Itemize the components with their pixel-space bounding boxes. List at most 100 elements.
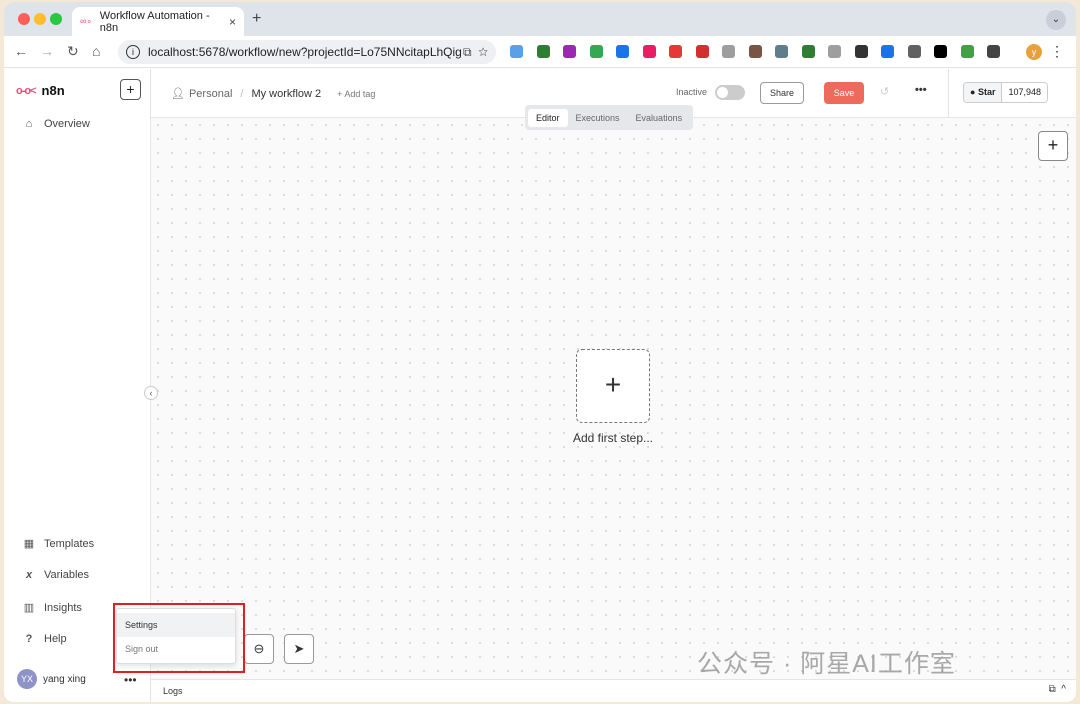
save-button[interactable]: Save xyxy=(824,82,864,104)
reload-icon[interactable]: ↻ xyxy=(67,43,79,60)
browser-toolbar: ← → ↻ ⌂ i localhost:5678/workflow/new?pr… xyxy=(4,36,1076,68)
view-tabs: Editor Executions Evaluations xyxy=(525,105,694,130)
toggle-knob xyxy=(717,87,728,98)
watermark: 公众号 · 阿星AI工作室 xyxy=(697,650,956,678)
site-info-icon[interactable]: i xyxy=(126,45,140,59)
tab-close-icon[interactable]: × xyxy=(229,15,236,29)
browser-window: ∞∘ Workflow Automation - n8n × + ⌄ ← → ↻… xyxy=(4,2,1076,702)
sidebar-item-overview[interactable]: ⌂ Overview xyxy=(22,118,90,130)
tab-executions[interactable]: Executions xyxy=(568,109,628,127)
tab-evaluations[interactable]: Evaluations xyxy=(628,109,691,127)
pop-out-icon[interactable]: ⧉ xyxy=(1049,684,1056,695)
extension-icon[interactable] xyxy=(775,45,788,58)
breadcrumb: 👤︎ Personal / My workflow 2 + Add tag xyxy=(171,87,375,101)
logs-label: Logs xyxy=(163,686,183,696)
help-icon: ? xyxy=(25,633,33,645)
github-star-button[interactable]: ● Star 107,948 xyxy=(963,82,1049,103)
minimize-window-icon[interactable] xyxy=(34,13,46,25)
home-icon: ⌂ xyxy=(25,118,33,130)
github-area: ● Star 107,948 xyxy=(948,69,1076,118)
extension-icon[interactable] xyxy=(881,45,894,58)
extension-icon[interactable] xyxy=(748,45,762,58)
user-menu-button[interactable]: ••• xyxy=(124,673,137,687)
address-bar[interactable]: i localhost:5678/workflow/new?projectId=… xyxy=(118,40,496,64)
sidebar-item-label: Overview xyxy=(44,118,90,130)
close-window-icon[interactable] xyxy=(18,13,30,25)
url-text: localhost:5678/workflow/new?projectId=Lo… xyxy=(148,45,462,59)
user-profile[interactable]: YX yang xing xyxy=(17,669,86,689)
sidebar-item-insights[interactable]: ▥ Insights xyxy=(22,601,82,615)
browser-tab[interactable]: ∞∘ Workflow Automation - n8n × xyxy=(72,7,244,36)
sidebar-item-label: Variables xyxy=(44,569,90,581)
new-tab-button[interactable]: + xyxy=(252,10,261,28)
n8n-logo[interactable]: o-o< n8n xyxy=(16,83,65,98)
user-icon: 👤︎ xyxy=(171,88,185,100)
profile-avatar[interactable]: y xyxy=(1026,44,1042,60)
github-star-count: 107,948 xyxy=(1002,83,1048,102)
logs-panel[interactable]: Logs ⧉ ^ xyxy=(151,679,1076,702)
history-icon[interactable]: ↺ xyxy=(880,85,889,98)
add-first-step-button[interactable]: + xyxy=(576,349,650,423)
browser-menu-icon[interactable]: ⋮ xyxy=(1050,43,1064,60)
create-button[interactable]: + xyxy=(120,79,141,100)
extension-icon[interactable] xyxy=(907,45,921,58)
add-tag-button[interactable]: + Add tag xyxy=(337,89,375,99)
tab-search-icon[interactable]: ⌄ xyxy=(1046,10,1066,30)
breadcrumb-separator: / xyxy=(240,87,244,100)
extension-icon[interactable] xyxy=(510,45,523,58)
extension-icon[interactable] xyxy=(960,45,974,58)
extension-icon[interactable] xyxy=(695,45,709,58)
extension-icon[interactable] xyxy=(616,45,629,58)
user-name: yang xing xyxy=(43,673,86,685)
forward-icon[interactable]: → xyxy=(40,43,54,59)
maximize-window-icon[interactable] xyxy=(50,13,62,25)
variable-icon: x xyxy=(25,569,33,581)
workflow-more-button[interactable]: ••• xyxy=(915,84,927,96)
tidy-up-button[interactable]: ➤ xyxy=(284,634,314,664)
extension-icon[interactable] xyxy=(828,45,841,58)
add-first-step-label: Add first step... xyxy=(572,431,654,445)
zoom-out-button[interactable]: ⊖ xyxy=(244,634,274,664)
sidebar-item-variables[interactable]: x Variables xyxy=(22,569,89,581)
sidebar-item-label: Templates xyxy=(44,537,95,550)
templates-icon: ▦ xyxy=(23,538,35,550)
sidebar-item-templates[interactable]: ▦ Templates xyxy=(22,537,95,551)
extension-icon[interactable] xyxy=(589,45,603,58)
extension-icon[interactable] xyxy=(801,45,815,58)
github-star-label: Star xyxy=(977,87,996,97)
extension-icon[interactable] xyxy=(563,45,576,58)
extension-icon[interactable] xyxy=(934,45,947,58)
tab-editor[interactable]: Editor xyxy=(528,108,568,127)
github-icon: ● xyxy=(970,87,976,97)
expand-logs-icon[interactable]: ^ xyxy=(1061,684,1066,695)
n8n-logo-icon: o-o< xyxy=(16,84,37,97)
share-button[interactable]: Share xyxy=(760,82,804,104)
tab-title: Workflow Automation - n8n xyxy=(99,9,210,34)
bookmark-star-icon[interactable]: ⧉ ☆ xyxy=(463,45,488,60)
sidebar-collapse-button[interactable]: ‹ xyxy=(144,386,158,400)
cursor-icon: ➤ xyxy=(293,641,305,656)
sidebar-item-help[interactable]: ? Help xyxy=(22,633,67,645)
workflow-status-label: Inactive xyxy=(676,87,708,97)
extension-icon[interactable] xyxy=(987,45,1000,58)
workflow-name[interactable]: My workflow 2 xyxy=(251,88,321,100)
workflow-canvas[interactable]: + + Add first step... ⊖ ➤ 公众号 · 阿星AI工作室 xyxy=(151,118,1076,679)
extension-icon[interactable] xyxy=(722,45,735,58)
browser-titlebar: ∞∘ Workflow Automation - n8n × + ⌄ xyxy=(4,2,1076,36)
extension-icon[interactable] xyxy=(669,45,682,58)
n8n-app: o-o< n8n + ⌂ Overview ▦ Templates x Vari… xyxy=(4,69,1076,702)
extension-icon[interactable] xyxy=(642,45,656,58)
home-icon[interactable]: ⌂ xyxy=(92,43,100,59)
back-icon[interactable]: ← xyxy=(14,43,28,59)
project-link[interactable]: Personal xyxy=(189,88,232,100)
chart-icon: ▥ xyxy=(23,602,35,614)
active-toggle[interactable] xyxy=(715,85,745,100)
sidebar-item-label: Help xyxy=(44,633,67,645)
extension-icon[interactable] xyxy=(854,45,868,58)
logs-controls[interactable]: ⧉ ^ xyxy=(1049,684,1066,695)
annotation-highlight-box xyxy=(113,603,245,673)
zoom-out-icon: ⊖ xyxy=(253,641,265,656)
extension-icon[interactable] xyxy=(536,45,550,58)
n8n-favicon-icon: ∞∘ xyxy=(80,16,93,26)
add-node-button[interactable]: + xyxy=(1038,131,1068,161)
